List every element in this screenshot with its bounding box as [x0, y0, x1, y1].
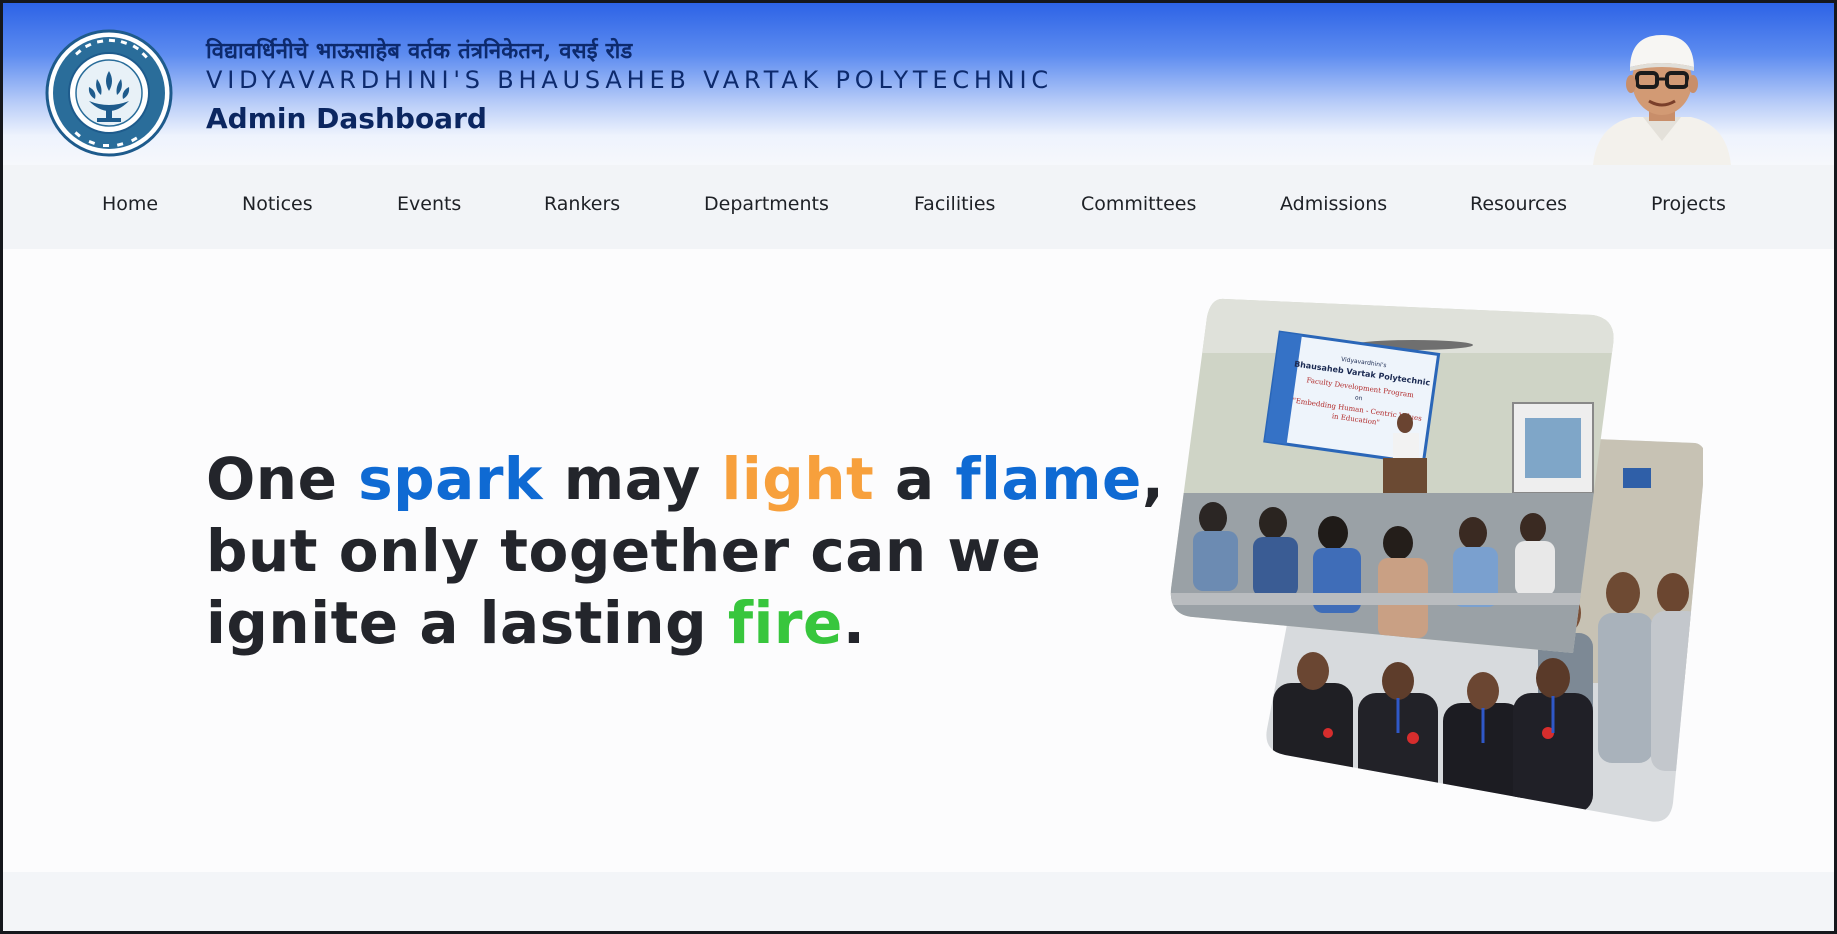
quote-word: ignite a lasting — [206, 589, 728, 657]
hero-quote-line-3: ignite a lasting fire. — [206, 587, 1164, 659]
founder-portrait — [1593, 35, 1731, 165]
footer-band — [3, 872, 1834, 931]
quote-word-spark: spark — [358, 445, 543, 513]
quote-word: . — [842, 589, 866, 657]
quote-word-light: light — [721, 445, 875, 513]
hero-quote: One spark may light a flame, but only to… — [206, 443, 1164, 659]
quote-word: a — [874, 445, 956, 513]
hero-quote-line-1: One spark may light a flame, — [206, 443, 1164, 515]
quote-word-fire: fire — [727, 589, 843, 657]
site-header: विद्यावर्धिनीचे भाऊसाहेब वर्तक तंत्रनिके… — [3, 3, 1834, 165]
quote-word: may — [543, 445, 722, 513]
nav-departments[interactable]: Departments — [704, 193, 829, 215]
quote-word: One — [206, 445, 359, 513]
college-name-english: VIDYAVARDHINI'S BHAUSAHEB VARTAK POLYTEC… — [206, 66, 1053, 94]
nav-rankers[interactable]: Rankers — [544, 193, 620, 215]
page-title: Admin Dashboard — [206, 102, 487, 135]
nav-home[interactable]: Home — [102, 193, 158, 215]
nav-events[interactable]: Events — [397, 193, 461, 215]
banner-line-4: on — [1355, 394, 1364, 402]
college-emblem-logo[interactable] — [45, 29, 173, 157]
nav-projects[interactable]: Projects — [1651, 193, 1726, 215]
quote-word-flame: flame — [955, 445, 1142, 513]
main-nav: Home Notices Events Rankers Departments … — [3, 165, 1834, 249]
college-title-block: विद्यावर्धिनीचे भाऊसाहेब वर्तक तंत्रनिके… — [206, 37, 1053, 139]
college-name-marathi: विद्यावर्धिनीचे भाऊसाहेब वर्तक तंत्रनिके… — [206, 38, 633, 64]
nav-notices[interactable]: Notices — [242, 193, 313, 215]
nav-facilities[interactable]: Facilities — [914, 193, 995, 215]
hero-photo-collage: Vidyavardhini's Bhausaheb Vartak Polytec… — [1170, 298, 1703, 822]
page-frame: विद्यावर्धिनीचे भाऊसाहेब वर्तक तंत्रनिके… — [0, 0, 1837, 934]
nav-committees[interactable]: Committees — [1081, 193, 1196, 215]
hero-quote-line-2: but only together can we — [206, 517, 1042, 585]
nav-admissions[interactable]: Admissions — [1280, 193, 1387, 215]
nav-resources[interactable]: Resources — [1470, 193, 1567, 215]
seminar-hall-photo: Vidyavardhini's Bhausaheb Vartak Polytec… — [1170, 298, 1614, 654]
